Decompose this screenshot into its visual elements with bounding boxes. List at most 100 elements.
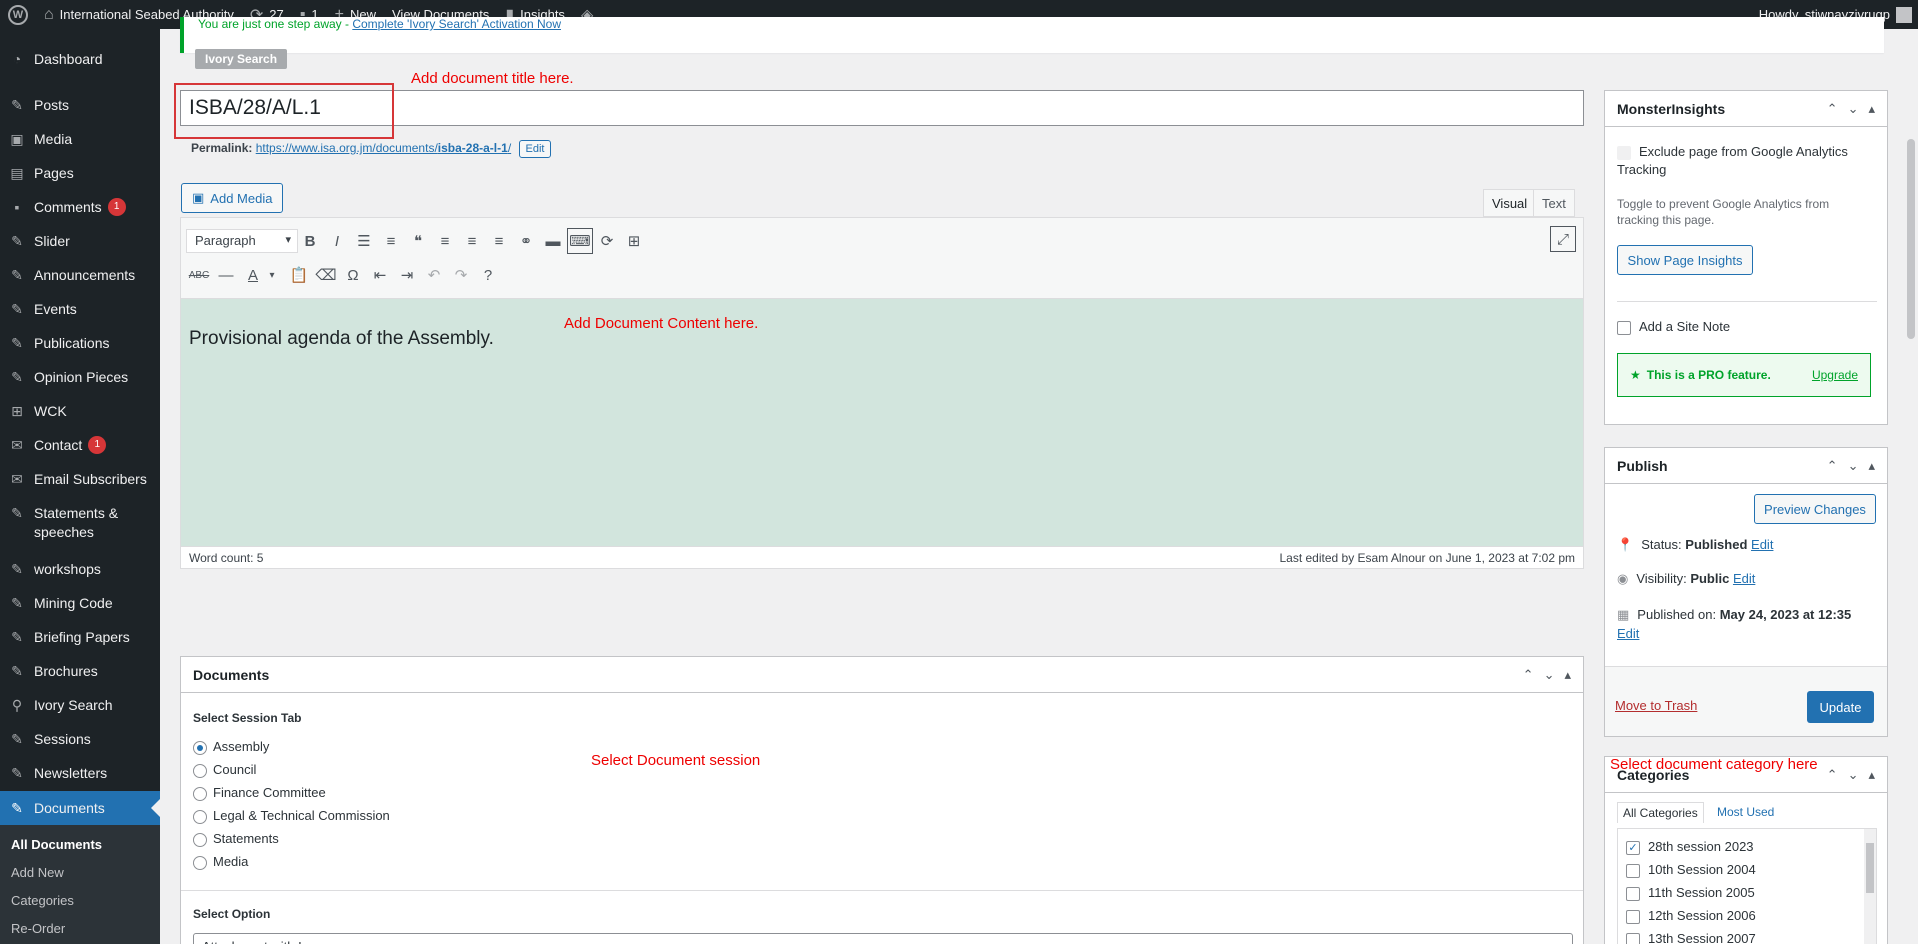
redo-icon[interactable]: ↷ xyxy=(448,262,474,288)
add-media-button[interactable]: ▣ Add Media xyxy=(181,183,284,213)
sidebar-item-dashboard[interactable]: ◔ Dashboard xyxy=(0,50,160,69)
session-option-assembly[interactable]: Assembly xyxy=(193,739,269,755)
edit-date-link[interactable]: Edit xyxy=(1617,626,1639,641)
move-up-icon[interactable]: ⌃ xyxy=(1827,458,1838,474)
activation-link[interactable]: Complete 'Ivory Search' Activation Now xyxy=(352,17,561,31)
edit-status-link[interactable]: Edit xyxy=(1751,537,1773,552)
editor-content-area[interactable]: Provisional agenda of the Assembly. xyxy=(180,299,1584,546)
tab-all-categories[interactable]: All Categories xyxy=(1617,802,1704,823)
read-more-icon[interactable]: ▬ xyxy=(540,228,566,254)
sidebar-item-workshops[interactable]: ✎ workshops xyxy=(0,560,160,579)
sidebar-item-ivory-search[interactable]: ⚲ Ivory Search xyxy=(0,696,160,715)
checked-checkbox[interactable]: ✓ xyxy=(1626,840,1640,855)
link-icon[interactable]: ⚭ xyxy=(513,228,539,254)
radio-button[interactable] xyxy=(193,740,207,755)
submenu-re-order[interactable]: Re-Order xyxy=(11,921,65,936)
radio-button[interactable] xyxy=(193,832,207,847)
collapse-icon[interactable]: ▴ xyxy=(1868,458,1875,474)
help-icon[interactable]: ? xyxy=(475,262,501,288)
chevron-down-icon[interactable]: ▾ xyxy=(259,262,285,288)
checkbox[interactable] xyxy=(1626,863,1640,878)
align-center-icon[interactable]: ≡ xyxy=(459,228,485,254)
omega-icon[interactable]: Ω xyxy=(340,262,366,288)
indent-icon[interactable]: ⇥ xyxy=(394,262,420,288)
radio-button[interactable] xyxy=(193,855,207,870)
category-item[interactable]: 11th Session 2005 xyxy=(1626,885,1755,901)
tab-visual[interactable]: Visual xyxy=(1483,189,1537,217)
refresh-icon[interactable]: ⟳ xyxy=(594,228,620,254)
checkbox[interactable] xyxy=(1626,886,1640,901)
session-option-finance[interactable]: Finance Committee xyxy=(193,785,326,801)
toolbar-toggle-icon[interactable]: ⌨ xyxy=(567,228,593,254)
move-up-icon[interactable]: ⌃ xyxy=(1827,101,1838,117)
move-to-trash-link[interactable]: Move to Trash xyxy=(1615,698,1697,713)
scrollbar-thumb[interactable] xyxy=(1907,139,1915,339)
permalink-edit-button[interactable]: Edit xyxy=(518,140,552,158)
preview-changes-button[interactable]: Preview Changes xyxy=(1754,494,1876,524)
undo-icon[interactable]: ↶ xyxy=(421,262,447,288)
align-right-icon[interactable]: ≡ xyxy=(486,228,512,254)
category-item[interactable]: 12th Session 2006 xyxy=(1626,908,1756,924)
align-left-icon[interactable]: ≡ xyxy=(432,228,458,254)
outdent-icon[interactable]: ⇤ xyxy=(367,262,393,288)
numbered-list-icon[interactable]: ≡ xyxy=(378,228,404,254)
session-option-media[interactable]: Media xyxy=(193,854,248,870)
italic-icon[interactable]: I xyxy=(324,228,350,254)
toggle-switch[interactable] xyxy=(1617,145,1631,160)
edit-visibility-link[interactable]: Edit xyxy=(1733,571,1755,586)
sidebar-item-slider[interactable]: ✎ Slider xyxy=(0,232,160,251)
strikethrough-icon[interactable]: ABC xyxy=(186,262,212,288)
page-scrollbar[interactable] xyxy=(1904,99,1918,944)
show-page-insights-button[interactable]: Show Page Insights xyxy=(1617,245,1753,275)
move-down-icon[interactable]: ⌄ xyxy=(1848,101,1859,117)
clear-formatting-icon[interactable]: ⌫ xyxy=(313,262,339,288)
move-up-icon[interactable]: ⌃ xyxy=(1523,667,1534,683)
site-note-row[interactable]: Add a Site Note xyxy=(1617,319,1730,335)
sidebar-item-announcements[interactable]: ✎ Announcements xyxy=(0,266,160,285)
submenu-add-new[interactable]: Add New xyxy=(11,865,64,880)
format-select[interactable]: Paragraph xyxy=(186,229,298,253)
move-down-icon[interactable]: ⌄ xyxy=(1848,458,1859,474)
session-option-council[interactable]: Council xyxy=(193,762,256,778)
sidebar-item-wck[interactable]: ⊞ WCK xyxy=(0,402,160,421)
fullscreen-icon[interactable]: ⤢ xyxy=(1550,226,1576,252)
tab-text[interactable]: Text xyxy=(1533,189,1575,217)
grid-icon[interactable]: ⊞ xyxy=(621,228,647,254)
category-item[interactable]: 10th Session 2004 xyxy=(1626,862,1756,878)
session-option-ltc[interactable]: Legal & Technical Commission xyxy=(193,808,390,824)
categories-scrollbar[interactable] xyxy=(1864,829,1876,944)
sidebar-item-newsletters[interactable]: ✎ Newsletters xyxy=(0,764,160,783)
radio-button[interactable] xyxy=(193,809,207,824)
sidebar-item-media[interactable]: ▣ Media xyxy=(0,130,160,149)
submenu-all-documents[interactable]: All Documents xyxy=(11,837,102,852)
sidebar-item-statements[interactable]: ✎ Statements & speeches xyxy=(0,504,160,542)
radio-button[interactable] xyxy=(193,786,207,801)
sidebar-item-briefing-papers[interactable]: ✎ Briefing Papers xyxy=(0,628,160,647)
collapse-icon[interactable]: ▴ xyxy=(1868,101,1875,117)
sidebar-item-sessions[interactable]: ✎ Sessions xyxy=(0,730,160,749)
submenu-categories[interactable]: Categories xyxy=(11,893,74,908)
collapse-icon[interactable]: ▴ xyxy=(1564,667,1571,683)
exclude-toggle-row[interactable]: Exclude page from Google Analytics Tracki… xyxy=(1617,143,1877,179)
sidebar-item-events[interactable]: ✎ Events xyxy=(0,300,160,319)
category-item[interactable]: 13th Session 2007 xyxy=(1626,931,1756,944)
sidebar-item-opinion-pieces[interactable]: ✎ Opinion Pieces xyxy=(0,368,160,387)
sidebar-item-contact[interactable]: ✉ Contact 1 xyxy=(0,436,160,455)
editor-content[interactable]: Provisional agenda of the Assembly. xyxy=(189,328,494,350)
paste-text-icon[interactable]: 📋 xyxy=(286,262,312,288)
session-option-statements[interactable]: Statements xyxy=(193,831,279,847)
sidebar-item-mining-code[interactable]: ✎ Mining Code xyxy=(0,594,160,613)
checkbox[interactable] xyxy=(1626,909,1640,924)
checkbox[interactable] xyxy=(1626,932,1640,944)
move-down-icon[interactable]: ⌄ xyxy=(1848,767,1859,783)
update-button[interactable]: Update xyxy=(1807,691,1874,723)
sidebar-item-publications[interactable]: ✎ Publications xyxy=(0,334,160,353)
option-select[interactable]: Attachment with Icon xyxy=(193,933,1573,944)
collapse-icon[interactable]: ▴ xyxy=(1868,767,1875,783)
category-item[interactable]: ✓ 28th session 2023 xyxy=(1626,839,1754,855)
scrollbar-thumb[interactable] xyxy=(1866,843,1874,893)
bullet-list-icon[interactable]: ☰ xyxy=(351,228,377,254)
move-up-icon[interactable]: ⌃ xyxy=(1827,767,1838,783)
sidebar-item-posts[interactable]: ✎ Posts xyxy=(0,96,160,115)
bold-icon[interactable]: B xyxy=(297,228,323,254)
